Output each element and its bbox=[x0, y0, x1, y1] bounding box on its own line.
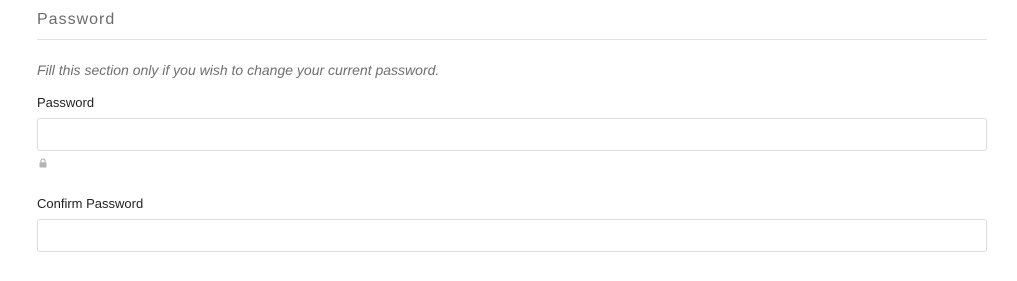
lock-icon bbox=[39, 158, 47, 168]
confirm-password-label: Confirm Password bbox=[37, 196, 144, 211]
password-input[interactable] bbox=[37, 118, 987, 151]
section-divider bbox=[37, 39, 987, 40]
password-label: Password bbox=[37, 95, 95, 110]
confirm-password-input[interactable] bbox=[37, 219, 987, 252]
password-section: Password Fill this section only if you w… bbox=[0, 0, 1017, 281]
section-title: Password bbox=[37, 11, 116, 28]
section-hint: Fill this section only if you wish to ch… bbox=[37, 62, 440, 78]
